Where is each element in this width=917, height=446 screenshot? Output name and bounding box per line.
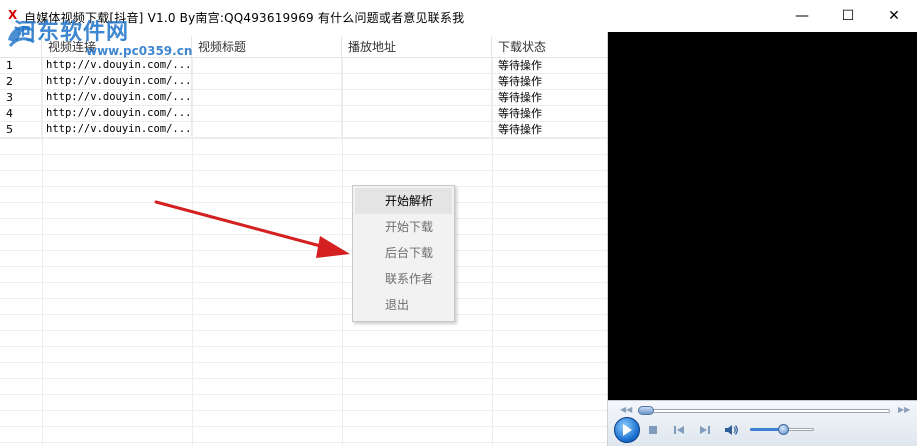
row-status: 等待操作 bbox=[492, 106, 607, 122]
menu-item-contact-author[interactable]: 联系作者 bbox=[353, 266, 454, 292]
seek-back-icon[interactable]: ◀◀ bbox=[620, 405, 632, 414]
volume-icon[interactable] bbox=[724, 423, 738, 437]
row-title bbox=[192, 90, 342, 106]
row-play-url bbox=[342, 74, 492, 90]
row-index: 1 bbox=[0, 58, 42, 74]
player-controls: ◀◀ ▶▶ bbox=[608, 400, 917, 446]
context-menu: 开始解析 开始下载 后台下载 联系作者 退出 bbox=[352, 185, 455, 322]
row-link: http://v.douyin.com/... bbox=[42, 58, 192, 74]
close-button[interactable]: ✕ bbox=[871, 0, 917, 32]
table-row[interactable]: 4 http://v.douyin.com/... 等待操作 bbox=[0, 106, 607, 122]
maximize-icon: ☐ bbox=[841, 8, 855, 24]
list-rows: 1 http://v.douyin.com/... 等待操作 2 http://… bbox=[0, 58, 607, 138]
table-row[interactable]: 1 http://v.douyin.com/... 等待操作 bbox=[0, 58, 607, 74]
table-row[interactable]: 3 http://v.douyin.com/... 等待操作 bbox=[0, 90, 607, 106]
row-title bbox=[192, 74, 342, 90]
maximize-button[interactable]: ☐ bbox=[825, 0, 871, 32]
play-button[interactable] bbox=[614, 417, 640, 443]
row-play-url bbox=[342, 106, 492, 122]
previous-icon[interactable] bbox=[672, 423, 686, 437]
watermark-text: 河东软件网 bbox=[14, 19, 130, 45]
volume-thumb[interactable] bbox=[778, 424, 789, 435]
title-bar[interactable]: X 自媒体视频下载[抖音] V1.0 By南宫:QQ493619969 有什么问… bbox=[0, 0, 917, 32]
seek-thumb[interactable] bbox=[638, 406, 654, 415]
row-status: 等待操作 bbox=[492, 90, 607, 106]
row-link: http://v.douyin.com/... bbox=[42, 122, 192, 138]
video-player[interactable] bbox=[608, 32, 917, 446]
row-status: 等待操作 bbox=[492, 74, 607, 90]
column-header-play-url[interactable]: 播放地址 bbox=[342, 36, 492, 58]
row-title bbox=[192, 106, 342, 122]
play-icon bbox=[623, 424, 632, 436]
row-link: http://v.douyin.com/... bbox=[42, 106, 192, 122]
close-icon: ✕ bbox=[888, 8, 900, 24]
row-title bbox=[192, 122, 342, 138]
menu-item-start-parse[interactable]: 开始解析 bbox=[355, 188, 452, 214]
stop-icon[interactable] bbox=[646, 423, 660, 437]
row-status: 等待操作 bbox=[492, 58, 607, 74]
minimize-button[interactable]: — bbox=[779, 0, 825, 32]
row-status: 等待操作 bbox=[492, 122, 607, 138]
column-header-status[interactable]: 下载状态 bbox=[492, 36, 607, 58]
row-index: 3 bbox=[0, 90, 42, 106]
row-play-url bbox=[342, 58, 492, 74]
row-index: 5 bbox=[0, 122, 42, 138]
red-arrow-icon bbox=[154, 200, 350, 258]
column-header-title[interactable]: 视频标题 bbox=[192, 36, 342, 58]
menu-item-start-download[interactable]: 开始下载 bbox=[353, 214, 454, 240]
app-window: X 自媒体视频下载[抖音] V1.0 By南宫:QQ493619969 有什么问… bbox=[0, 0, 917, 446]
row-index: 2 bbox=[0, 74, 42, 90]
watermark-url: www.pc0359.cn bbox=[86, 44, 193, 58]
table-row[interactable]: 5 http://v.douyin.com/... 等待操作 bbox=[0, 122, 607, 138]
row-play-url bbox=[342, 90, 492, 106]
row-link: http://v.douyin.com/... bbox=[42, 90, 192, 106]
seek-bar[interactable] bbox=[638, 409, 890, 413]
row-link: http://v.douyin.com/... bbox=[42, 74, 192, 90]
row-title bbox=[192, 58, 342, 74]
next-icon[interactable] bbox=[698, 423, 712, 437]
table-row[interactable]: 2 http://v.douyin.com/... 等待操作 bbox=[0, 74, 607, 90]
seek-forward-icon[interactable]: ▶▶ bbox=[898, 405, 910, 414]
menu-item-exit[interactable]: 退出 bbox=[353, 292, 454, 318]
row-play-url bbox=[342, 122, 492, 138]
row-index: 4 bbox=[0, 106, 42, 122]
empty-grid-rows bbox=[0, 138, 607, 446]
menu-item-background-download[interactable]: 后台下载 bbox=[353, 240, 454, 266]
minimize-icon: — bbox=[795, 8, 809, 24]
